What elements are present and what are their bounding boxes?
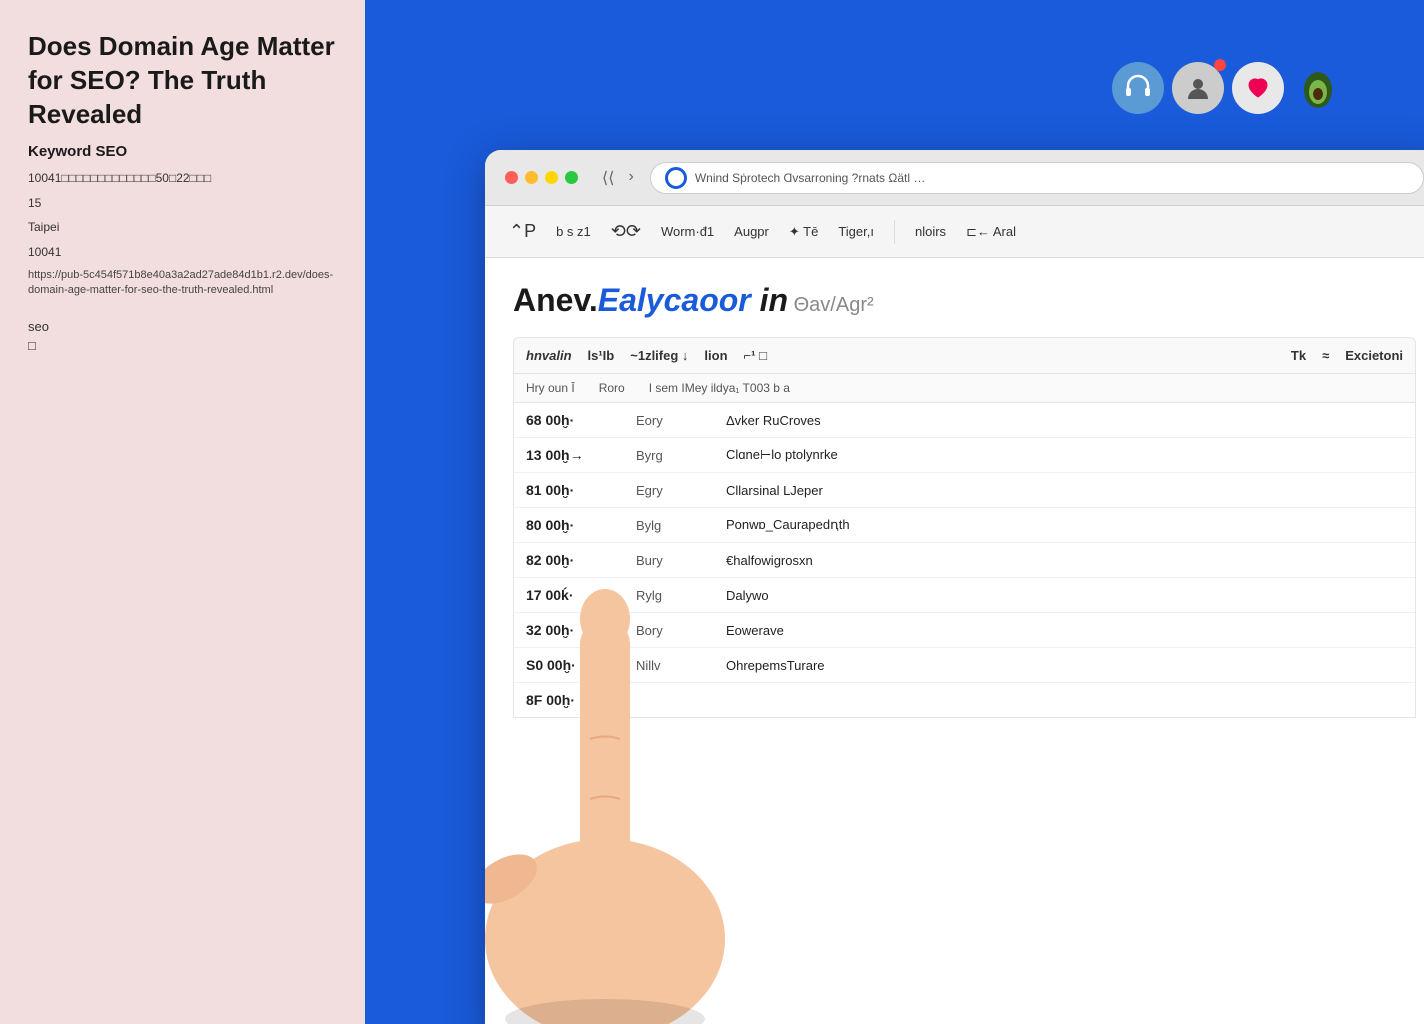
headphones-icon[interactable] <box>1112 62 1164 114</box>
th-lstb[interactable]: ls¹Ib <box>588 348 615 363</box>
keyword-4: Ponwɒ_Caurapedꞑth <box>726 517 926 533</box>
user-icon[interactable] <box>1172 62 1224 114</box>
toolbar-separator <box>894 220 895 244</box>
toolbar-item-nloirs[interactable]: nloirs <box>915 224 946 239</box>
address-text[interactable]: Wnind Sṗrotech Ɑvsarroning ?rnats Ωätl … <box>695 171 1409 185</box>
browser-navigation[interactable]: ⟨⟨ › <box>598 164 638 192</box>
minimize-button[interactable] <box>525 171 538 184</box>
country-3: Egry <box>636 483 726 498</box>
meta-line4: 10041 <box>28 242 337 262</box>
volume-6: 17 00ḱ· <box>526 587 636 603</box>
table-row[interactable]: 13 00ḫ→ Byrg Clɑne⊢lo ptolynrke <box>514 438 1415 473</box>
toolbar-icon-refresh[interactable]: ⟲⟳ <box>611 221 641 242</box>
avocado-icon[interactable] <box>1292 62 1344 114</box>
keyword-1: Δvker RuCroves <box>726 413 926 428</box>
table-row[interactable]: 82 00ḫ· Bury €halfowigrosxn <box>514 543 1415 578</box>
th-tk[interactable]: Tk <box>1291 348 1306 363</box>
back-button[interactable]: ⟨⟨ <box>598 164 618 192</box>
table-row[interactable]: 8F 00ḫ· <box>514 683 1415 717</box>
table-row[interactable]: 68 00ḫ· Eory Δvker RuCroves <box>514 403 1415 438</box>
site-security-icon <box>665 167 687 189</box>
title-part3: in <box>751 282 788 318</box>
browser-window: ⟨⟨ › Wnind Sṗrotech Ɑvsarroning ?rnats Ω… <box>485 150 1424 1024</box>
th-lion[interactable]: lion <box>704 348 727 363</box>
table-row[interactable]: 81 00ḫ· Egry Cllarsinal LJeper <box>514 473 1415 508</box>
address-bar[interactable]: Wnind Sṗrotech Ɑvsarroning ?rnats Ωätl … <box>650 162 1424 194</box>
keyword-8: OhrepemsTurare <box>726 658 926 673</box>
table-row[interactable]: S0 00ḫ· Nillv OhrepemsTurare <box>514 648 1415 683</box>
top-icons-group <box>1112 62 1344 114</box>
notification-dot <box>1214 59 1226 71</box>
top-bar <box>365 0 1424 175</box>
country-6: Rylg <box>636 588 726 603</box>
close-button[interactable] <box>505 171 518 184</box>
table-row[interactable]: 17 00ḱ· Rylg Dalywo <box>514 578 1415 613</box>
browser-chrome: ⟨⟨ › Wnind Sṗrotech Ɑvsarroning ?rnats Ω… <box>485 150 1424 206</box>
th-zlifeg[interactable]: ~1zlifeg ↓ <box>630 348 688 363</box>
article-url: https://pub-5c454f571b8e40a3a2ad27ade84d… <box>28 268 337 299</box>
article-category: Keyword SEO <box>28 143 337 160</box>
table-sub-header: Hry oun Ī Roro I sem IMey ildya₁ T003 b … <box>513 374 1416 403</box>
page-heading: Anev.Ealycaoor in Θav/Αgr² <box>513 282 1416 319</box>
th-excietoni[interactable]: Excietoni <box>1345 348 1403 363</box>
th-arrow[interactable]: ⌐¹ □ <box>744 348 767 363</box>
keyword-6: Dalywo <box>726 588 926 603</box>
traffic-lights <box>505 171 578 184</box>
toolbar-item-tiger[interactable]: Tiger,ı <box>838 224 874 239</box>
volume-5: 82 00ḫ· <box>526 552 636 568</box>
country-4: Bylg <box>636 518 726 533</box>
table-body: 68 00ḫ· Eory Δvker RuCroves 13 00ḫ→ Byrg… <box>513 403 1416 718</box>
meta-city: Taipei <box>28 217 337 237</box>
sub-hry: Hry oun Ī <box>526 381 575 395</box>
country-8: Nillv <box>636 658 726 673</box>
volume-8: S0 00ḫ· <box>526 657 636 673</box>
volume-7: 32 00ḫ· <box>526 622 636 638</box>
article-title: Does Domain Age Matter for SEO? The Trut… <box>28 30 337 131</box>
meta-line2: 15 <box>28 193 337 213</box>
page-content: Anev.Ealycaoor in Θav/Αgr² hnvalin ls¹Ib… <box>485 258 1424 1024</box>
sub-roro: Roro <box>599 381 625 395</box>
tag-icon: □ <box>28 338 36 353</box>
fullscreen-button-left[interactable] <box>545 171 558 184</box>
keyword-5: €halfowigrosxn <box>726 553 926 568</box>
article-tag: seo <box>28 319 337 334</box>
fullscreen-button[interactable] <box>565 171 578 184</box>
toolbar-item-te[interactable]: ✦ Tē <box>789 224 818 240</box>
heart-icon[interactable] <box>1232 62 1284 114</box>
country-7: Bory <box>636 623 726 638</box>
country-5: Bury <box>636 553 726 568</box>
meta-line1: 10041□□□□□□□□□□□□□50□22□□□ <box>28 168 337 188</box>
keyword-3: Cllarsinal LJeper <box>726 483 926 498</box>
toolbar-item-augpr[interactable]: Augpr <box>734 224 769 239</box>
forward-button[interactable]: › <box>624 164 637 192</box>
browser-toolbar: ⌃P b s z1 ⟲⟳ Worm·đ1 Augpr ✦ Tē Tiger,ı … <box>485 206 1424 258</box>
toolbar-item-worm[interactable]: Worm·đ1 <box>661 224 714 239</box>
toolbar-item-b[interactable]: b s z1 <box>556 224 591 239</box>
table-row[interactable]: 32 00ḫ· Bory Eowerave <box>514 613 1415 648</box>
volume-2: 13 00ḫ→ <box>526 447 636 463</box>
toolbar-icon-1[interactable]: ⌃P <box>509 221 536 242</box>
volume-3: 81 00ḫ· <box>526 482 636 498</box>
th-approx[interactable]: ≈ <box>1322 348 1329 363</box>
table-header: hnvalin ls¹Ib ~1zlifeg ↓ lion ⌐¹ □ Tk ≈ … <box>513 337 1416 374</box>
keyword-7: Eowerave <box>726 623 926 638</box>
country-1: Eory <box>636 413 726 428</box>
main-area: ⟨⟨ › Wnind Sṗrotech Ɑvsarroning ?rnats Ω… <box>365 0 1424 1024</box>
title-part4: Θav/Αgr² <box>788 294 874 316</box>
table-row[interactable]: 80 00ḫ· Bylg Ponwɒ_Caurapedꞑth <box>514 508 1415 543</box>
sidebar: Does Domain Age Matter for SEO? The Trut… <box>0 0 365 1024</box>
volume-9: 8F 00ḫ· <box>526 692 636 708</box>
keyword-2: Clɑne⊢lo ptolynrke <box>726 447 926 463</box>
sub-desc: I sem IMey ildya₁ T003 b a <box>649 381 790 395</box>
title-part1: Anev. <box>513 282 598 318</box>
volume-1: 68 00ḫ· <box>526 412 636 428</box>
volume-4: 80 00ḫ· <box>526 517 636 533</box>
toolbar-item-aral[interactable]: ⊏← Αral <box>966 224 1016 240</box>
country-2: Byrg <box>636 448 726 463</box>
title-part2: Ealycaoor <box>598 282 751 318</box>
th-hnvalin[interactable]: hnvalin <box>526 348 572 363</box>
